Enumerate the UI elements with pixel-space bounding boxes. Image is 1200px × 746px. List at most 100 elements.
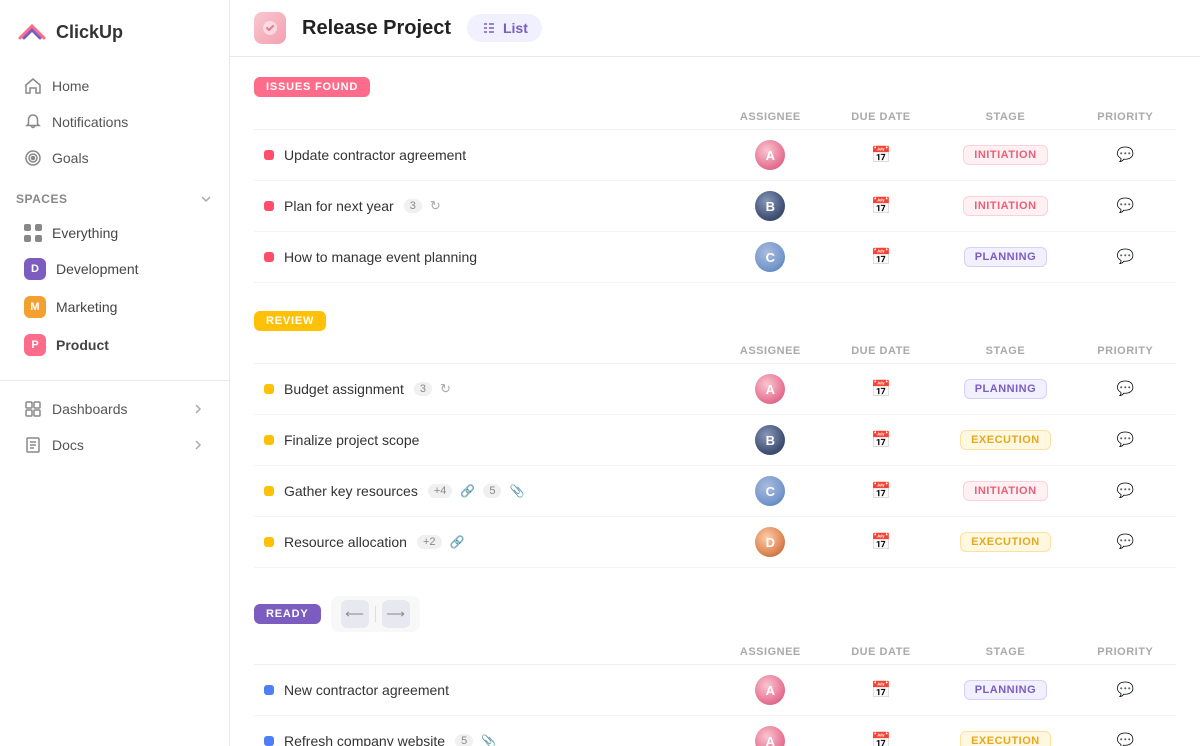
attachment-icon: 📎 [509,484,524,498]
comment-icon: 💬 [1117,533,1134,549]
clickup-logo-icon [16,16,48,48]
attachment-icon: 📎 [481,734,496,746]
view-tab-list[interactable]: List [467,14,542,42]
table-row[interactable]: Update contractor agreement A 📅 INITIATI… [254,130,1176,181]
comment-icon: 💬 [1117,431,1134,447]
comment-icon: 💬 [1117,146,1134,162]
target-icon [24,149,42,167]
col-duedate-header-rd: DUE DATE [826,640,937,665]
sidebar-item-marketing[interactable]: M Marketing [8,288,221,326]
product-label: Product [56,337,109,353]
section-review: REVIEW ASSIGNEE DUE DATE STAGE PRIORITY [254,311,1176,568]
priority-dot [264,201,274,211]
col-stage-header: STAGE [936,105,1074,130]
main-content: Release Project List ISSUES FOUND ASSIGN… [230,0,1200,746]
bell-icon [24,113,42,131]
content-area: ISSUES FOUND ASSIGNEE DUE DATE STAGE PRI… [230,57,1200,746]
ready-table: ASSIGNEE DUE DATE STAGE PRIORITY New con… [254,640,1176,746]
col-priority-header: PRIORITY [1075,105,1176,130]
priority-dot [264,384,274,394]
nav-notifications[interactable]: Notifications [8,104,221,140]
task-name: Finalize project scope [284,432,419,448]
col-name-header [254,105,715,130]
stage-badge: EXECUTION [960,731,1051,746]
col-stage-header-r: STAGE [936,339,1074,364]
task-name: Gather key resources [284,483,418,499]
comment-icon: 💬 [1117,248,1134,264]
nav-home-label: Home [52,78,89,94]
marketing-label: Marketing [56,299,117,315]
calendar-icon: 📅 [871,534,891,551]
spaces-header: Spaces [0,176,229,212]
col-assignee-header-r: ASSIGNEE [715,339,826,364]
sidebar-item-everything[interactable]: Everything [8,216,221,250]
avatar: A [755,726,785,746]
task-name: Plan for next year [284,198,394,214]
table-row[interactable]: Gather key resources +4 🔗 5 📎 C [254,466,1176,517]
sidebar-item-development[interactable]: D Development [8,250,221,288]
col-name-header-r [254,339,715,364]
development-dot: D [24,258,46,280]
app-name: ClickUp [56,22,123,43]
section-tag-review: REVIEW [254,311,326,331]
col-priority-header-rd: PRIORITY [1075,640,1176,665]
priority-dot [264,252,274,262]
nav-goals[interactable]: Goals [8,140,221,176]
table-row[interactable]: Refresh company website 5 📎 A 📅 [254,716,1176,746]
link-icon: 🔗 [460,484,475,498]
list-icon [481,20,497,36]
comment-icon: 💬 [1117,482,1134,498]
avatar: D [755,527,785,557]
col-duedate-header-r: DUE DATE [826,339,937,364]
product-dot: P [24,334,46,356]
avatar: A [755,374,785,404]
sidebar-item-product[interactable]: P Product [8,326,221,364]
nav-home[interactable]: Home [8,68,221,104]
stage-badge: EXECUTION [960,430,1051,450]
dashboard-icon [24,400,42,418]
refresh-icon: ↻ [430,198,441,214]
task-name: Resource allocation [284,534,407,550]
marketing-dot: M [24,296,46,318]
stage-badge: INITIATION [963,481,1047,501]
calendar-icon: 📅 [871,733,891,746]
nav-dashboards[interactable]: Dashboards [8,391,221,427]
calendar-icon: 📅 [871,147,891,164]
avatar: B [755,191,785,221]
project-title: Release Project [302,17,451,40]
task-name: How to manage event planning [284,249,477,265]
ready-toolbar: ⟵ ⟶ [331,596,420,632]
development-label: Development [56,261,139,277]
section-ready: READY ⟵ ⟶ ASSIGNEE DUE DATE STAGE PRIORI… [254,596,1176,746]
chevron-right-icon [191,402,205,416]
toolbar-btn-right[interactable]: ⟶ [382,600,410,628]
calendar-icon: 📅 [871,249,891,266]
table-row[interactable]: Plan for next year 3 ↻ B 📅 [254,181,1176,232]
calendar-icon: 📅 [871,381,891,398]
priority-dot [264,685,274,695]
project-logo-icon [261,19,279,37]
docs-icon [24,436,42,454]
avatar: B [755,425,785,455]
project-icon [254,12,286,44]
table-row[interactable]: Budget assignment 3 ↻ A 📅 [254,364,1176,415]
toolbar-btn-left[interactable]: ⟵ [341,600,369,628]
section-tag-issues: ISSUES FOUND [254,77,370,97]
task-name: Budget assignment [284,381,404,397]
comment-icon: 💬 [1117,681,1134,697]
task-name: New contractor agreement [284,682,449,698]
table-row[interactable]: How to manage event planning C 📅 PLANNIN… [254,232,1176,283]
issues-table: ASSIGNEE DUE DATE STAGE PRIORITY Update … [254,105,1176,283]
nav-docs[interactable]: Docs [8,427,221,463]
home-icon [24,77,42,95]
avatar: A [755,140,785,170]
calendar-icon: 📅 [871,483,891,500]
table-row[interactable]: Finalize project scope B 📅 EXECUTION [254,415,1176,466]
stage-badge: PLANNING [964,247,1047,267]
table-row[interactable]: New contractor agreement A 📅 PLANNING [254,665,1176,716]
grid-icon [24,224,42,242]
avatar: C [755,476,785,506]
comment-icon: 💬 [1117,380,1134,396]
table-row[interactable]: Resource allocation +2 🔗 D 📅 [254,517,1176,568]
stage-badge: INITIATION [963,196,1047,216]
